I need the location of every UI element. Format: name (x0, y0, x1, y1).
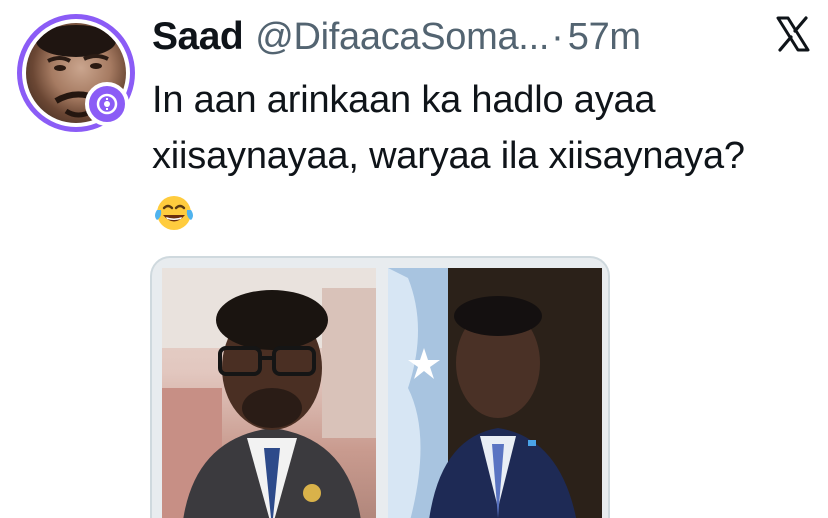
tweet-text-line: In aan arinkaan ka hadlo ayaa (152, 79, 656, 121)
x-logo-icon[interactable] (776, 16, 810, 52)
verified-badge-icon (85, 82, 129, 126)
author-name[interactable]: Saad (152, 15, 244, 59)
media-photo-left[interactable] (162, 268, 376, 518)
timestamp[interactable]: 57m (568, 16, 641, 59)
tweet-media-card[interactable] (150, 256, 610, 518)
tweet-text: In aan arinkaan ka hadlo ayaa xiisaynaya… (152, 72, 822, 234)
media-photo-right[interactable] (388, 268, 602, 518)
author-handle[interactable]: @DifaacaSoma... (255, 16, 549, 59)
face-with-tears-of-joy-icon (155, 196, 193, 230)
separator-dot: · (551, 15, 564, 58)
tweet-header: Saad @DifaacaSoma... · 57m (152, 12, 808, 62)
tweet-text-line: xiisaynayaa, waryaa ila xiisaynaya? (152, 135, 745, 177)
